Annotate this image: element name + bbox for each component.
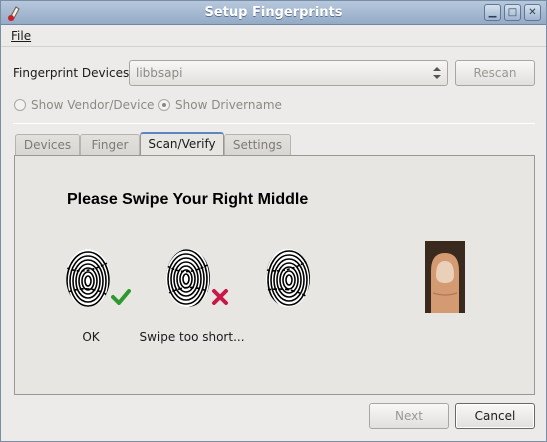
menu-file-label: File	[11, 29, 32, 43]
tab-scan-verify[interactable]: Scan/Verify	[140, 132, 224, 157]
menu-file[interactable]: File	[11, 29, 31, 43]
tab-finger[interactable]: Finger	[80, 134, 140, 156]
device-select-value: libbsapi	[136, 66, 183, 80]
finger-photo	[425, 241, 465, 313]
fingerprint-icon	[166, 249, 210, 307]
next-button[interactable]: Next	[369, 403, 449, 429]
device-select[interactable]: libbsapi	[129, 60, 448, 86]
tab-settings-label: Settings	[232, 138, 283, 152]
close-icon[interactable]: ✕	[524, 4, 541, 21]
tab-finger-label: Finger	[91, 138, 129, 152]
tab-settings[interactable]: Settings	[224, 134, 291, 156]
tab-scan-verify-label: Scan/Verify	[148, 137, 216, 151]
fingerprint-icon	[66, 249, 110, 307]
title-bar[interactable]: Setup Fingerprints ▁ □ ✕	[1, 1, 546, 25]
radio-drivername-label: Show Drivername	[175, 98, 282, 112]
tab-devices-label: Devices	[23, 138, 72, 152]
setup-fingerprints-window: Setup Fingerprints ▁ □ ✕ File Fingerprin…	[0, 0, 547, 442]
radio-vendor-label: Show Vendor/Device	[31, 98, 155, 112]
cancel-button[interactable]: Cancel	[455, 403, 535, 429]
radio-vendor-dot	[14, 99, 26, 111]
checkmark-icon	[111, 289, 131, 305]
tab-devices[interactable]: Devices	[15, 134, 80, 156]
devices-label: Fingerprint Devices:	[13, 66, 134, 80]
maximize-icon[interactable]: □	[504, 4, 521, 21]
attempt-1-caption: OK	[82, 330, 100, 344]
attempt-2-caption: Swipe too short...	[139, 330, 245, 344]
rescan-button[interactable]: Rescan	[455, 60, 535, 86]
radio-drivername-dot	[158, 99, 170, 111]
combo-arrows-icon	[433, 67, 441, 79]
menu-bar: File	[1, 25, 546, 47]
swipe-instruction: Please Swipe Your Right Middle	[67, 191, 309, 208]
minimize-icon[interactable]: ▁	[484, 4, 501, 21]
separator	[13, 123, 535, 124]
radio-drivername[interactable]: Show Drivername	[158, 98, 282, 112]
fingerprint-icon	[266, 249, 310, 307]
scan-verify-panel: Please Swipe Your Right Middle OK Swipe …	[14, 155, 535, 395]
cross-icon	[212, 289, 228, 305]
radio-vendor-device[interactable]: Show Vendor/Device	[14, 98, 154, 112]
window-title: Setup Fingerprints	[204, 5, 343, 20]
